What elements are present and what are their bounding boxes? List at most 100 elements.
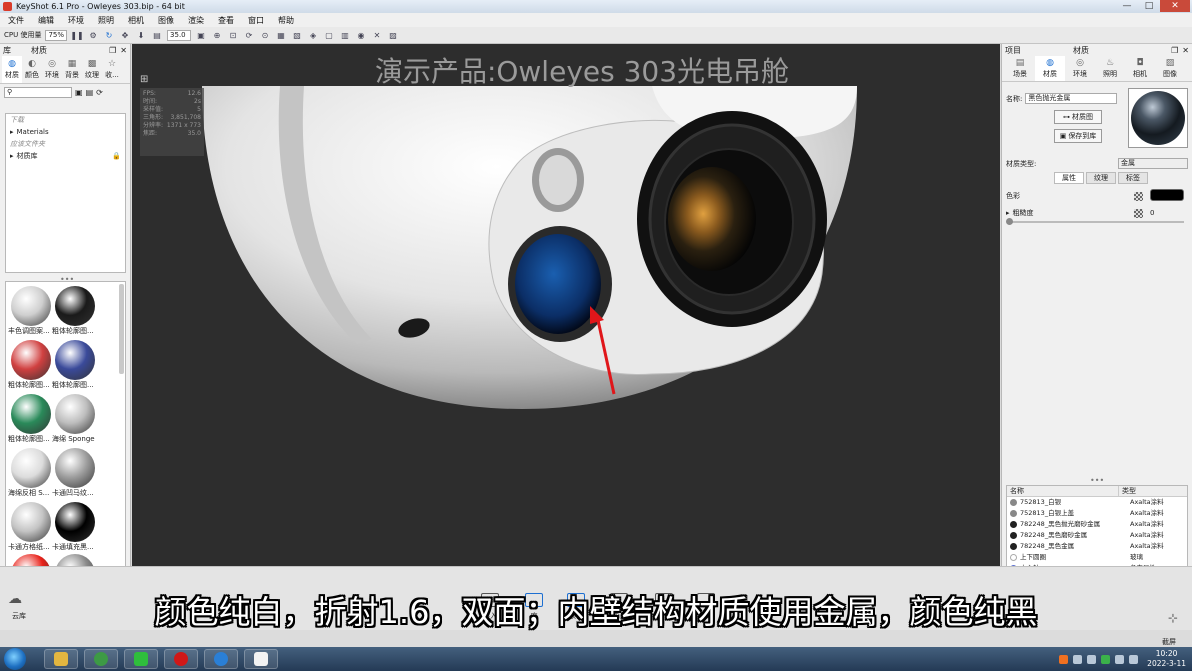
menu-edit[interactable]: 编辑 (38, 15, 54, 26)
column-type[interactable]: 类型 (1119, 486, 1136, 496)
tray-icon[interactable] (1073, 654, 1083, 664)
tab-camera[interactable]: ◘ 相机 (1125, 56, 1155, 81)
float-icon[interactable]: ❐ (109, 46, 116, 55)
refresh-library-icon[interactable]: ⟳ (96, 88, 103, 97)
render-region-icon[interactable]: ▧ (291, 30, 303, 41)
image-icon[interactable]: ▨ (387, 30, 399, 41)
material-thumbnail[interactable]: 卡通填充黑... (52, 502, 98, 554)
material-thumbnail[interactable]: 卡通方格纸... (8, 502, 54, 554)
texture-map-icon[interactable] (1134, 209, 1143, 218)
volume-icon[interactable] (1129, 654, 1139, 664)
save-to-library-button[interactable]: ▣ 保存到库 (1054, 129, 1102, 143)
maximize-button[interactable]: □ (1138, 0, 1160, 12)
crop-icon[interactable]: ⊡ (227, 30, 239, 41)
start-button[interactable] (4, 648, 26, 670)
zoom-in-icon[interactable]: ⊕ (211, 30, 223, 41)
material-thumbnail[interactable]: 卡通凹马纹... (52, 448, 98, 500)
close-panel-icon[interactable]: ✕ (1182, 46, 1189, 55)
download-icon[interactable]: ⬇ (135, 30, 147, 41)
zoom-select[interactable]: 75% (45, 29, 68, 41)
expand-arrow-icon[interactable]: ▸ (1006, 209, 1010, 217)
menu-file[interactable]: 文件 (8, 15, 24, 26)
shield-icon[interactable]: ◈ (307, 30, 319, 41)
menu-environment[interactable]: 环境 (68, 15, 84, 26)
library-search-input[interactable]: ⚲ (4, 86, 72, 98)
tab-textures[interactable]: 纹理 (1086, 172, 1116, 184)
gear-icon[interactable]: ⚙ (87, 30, 99, 41)
menu-camera[interactable]: 相机 (128, 15, 144, 26)
material-thumbnail[interactable]: 海绵反相 S... (8, 448, 54, 500)
camera-icon[interactable]: ▣ (195, 30, 207, 41)
list-item[interactable]: 752813_白银 Axalta涂料 (1007, 497, 1187, 508)
folder-icon[interactable]: ▤ (86, 88, 94, 97)
tree-item-folder[interactable]: 应该文件夹 (6, 138, 125, 150)
material-graph-button[interactable]: ⊶ 材质图 (1054, 110, 1102, 124)
float-icon[interactable]: ❐ (1171, 46, 1178, 55)
menu-window[interactable]: 窗口 (248, 15, 264, 26)
material-type-select[interactable]: 金属 (1118, 158, 1188, 169)
tab-labels[interactable]: 标签 (1118, 172, 1148, 184)
tray-icon[interactable] (1087, 654, 1097, 664)
tab-materials[interactable]: ◍ 材质 (2, 56, 22, 83)
tab-colors[interactable]: ◐ 颜色 (22, 56, 42, 83)
tools-icon[interactable]: ✕ (371, 30, 383, 41)
rotate-icon[interactable]: ⟳ (243, 30, 255, 41)
minimize-button[interactable]: — (1116, 0, 1138, 12)
screenshot-label[interactable]: 截屏 (1162, 637, 1176, 647)
network-icon[interactable] (1115, 654, 1125, 664)
tab-lighting[interactable]: ♨ 照明 (1095, 56, 1125, 81)
tab-material[interactable]: ◍ 材质 (1035, 56, 1065, 81)
material-name-input[interactable]: 黑色抛光金属 (1025, 93, 1118, 104)
input-method-icon[interactable] (1059, 654, 1069, 664)
render-viewport[interactable]: 演示产品:Owleyes 303光电吊舱 FPS: 12.6 时间: 2s 采样值:… (132, 44, 1000, 566)
reset-icon[interactable]: ⊙ (259, 30, 271, 41)
material-thumbnail[interactable]: 粗体轮廓图... (52, 340, 98, 392)
column-name[interactable]: 名称 (1007, 486, 1119, 496)
list-item[interactable]: 上下圆圈 玻璃 (1007, 552, 1187, 563)
tab-environments[interactable]: ◎ 环境 (42, 56, 62, 83)
list-item[interactable]: 782248_黑色金属 Axalta涂料 (1007, 541, 1187, 552)
tab-backgrounds[interactable]: ▦ 背景 (62, 56, 82, 83)
folder-add-icon[interactable]: ▣ (75, 88, 83, 97)
pause-icon[interactable]: ❚❚ (70, 30, 83, 41)
list-item[interactable]: 782248_黑色抛光磨砂金属 Axalta涂料 (1007, 519, 1187, 530)
taskbar-chrome[interactable] (84, 649, 118, 669)
taskbar-app[interactable] (244, 649, 278, 669)
taskbar-explorer[interactable] (44, 649, 78, 669)
menu-render[interactable]: 渲染 (188, 15, 204, 26)
tab-properties[interactable]: 属性 (1054, 172, 1084, 184)
panel-splitter[interactable]: ••• (1090, 476, 1104, 485)
fov-icon[interactable]: ▤ (151, 30, 163, 41)
move-icon[interactable]: ✥ (119, 30, 131, 41)
tab-textures[interactable]: ▩ 纹理 (82, 56, 102, 83)
tab-scene[interactable]: ▤ 场景 (1005, 56, 1035, 81)
texture-map-icon[interactable] (1134, 192, 1143, 201)
focal-length-input[interactable]: 35.0 (167, 29, 192, 41)
tab-environment[interactable]: ◎ 环境 (1065, 56, 1095, 81)
roughness-value[interactable]: 0 (1150, 209, 1154, 217)
material-thumbnail[interactable]: 粗体轮廓图... (52, 286, 98, 338)
menu-help[interactable]: 帮助 (278, 15, 294, 26)
tab-favorites[interactable]: ☆ 收... (102, 56, 122, 83)
slider-knob[interactable] (1006, 218, 1013, 225)
tab-image[interactable]: ▨ 图像 (1155, 56, 1185, 81)
tree-item-material-library[interactable]: ▸ 材质库 🔒 (6, 150, 125, 162)
tree-item-materials[interactable]: ▸ Materials (6, 126, 125, 138)
menu-image[interactable]: 图像 (158, 15, 174, 26)
list-item[interactable]: 752813_白银上盖 Axalta涂料 (1007, 508, 1187, 519)
material-thumbnail[interactable]: 粗体轮廓图... (8, 394, 54, 446)
taskbar-wechat[interactable] (124, 649, 158, 669)
tree-item-downloads[interactable]: 下载 (6, 114, 125, 126)
material-thumbnail[interactable]: 粗体轮廓图... (8, 340, 54, 392)
close-button[interactable]: ✕ (1160, 0, 1190, 12)
menu-lighting[interactable]: 照明 (98, 15, 114, 26)
viewport-settings-icon[interactable]: ⊞ (140, 74, 152, 86)
material-preview[interactable] (1128, 88, 1188, 148)
menu-view[interactable]: 查看 (218, 15, 234, 26)
roughness-slider[interactable] (1006, 218, 1184, 225)
material-thumbnail[interactable]: 海绵 Sponge (52, 394, 98, 446)
wechat-tray-icon[interactable] (1101, 654, 1111, 664)
clock[interactable]: 10:20 2022-3-11 (1147, 649, 1186, 669)
visibility-icon[interactable]: ◉ (355, 30, 367, 41)
color-swatch[interactable] (1150, 189, 1184, 201)
